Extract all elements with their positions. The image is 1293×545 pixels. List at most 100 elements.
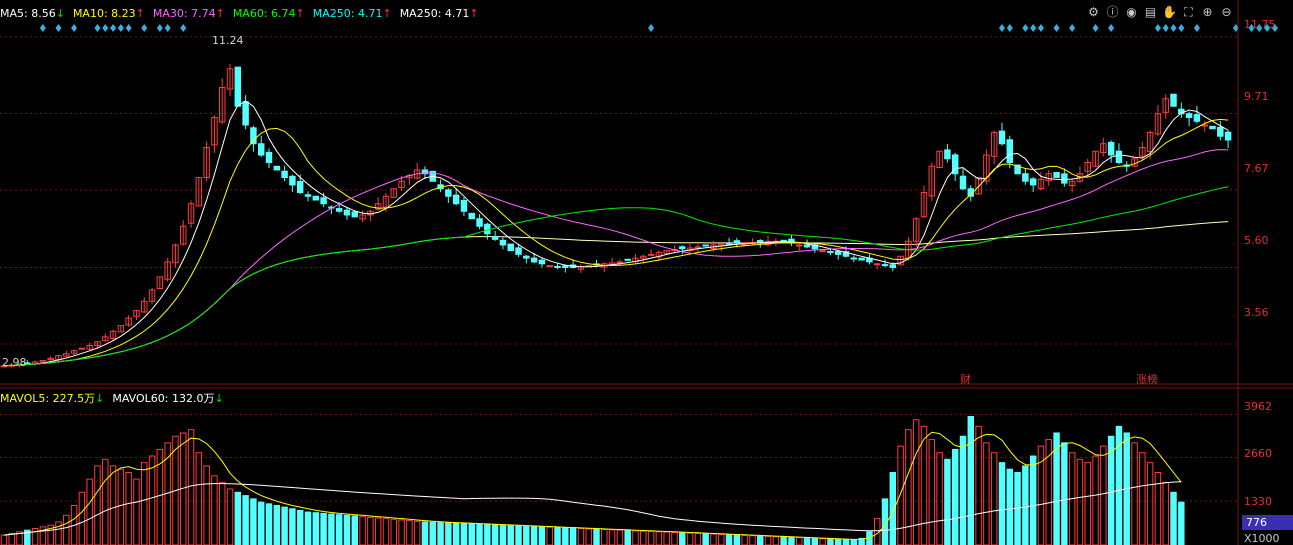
volume-bar-10	[78, 491, 86, 545]
volume-bar-87	[679, 532, 686, 545]
volume-bar-103	[803, 537, 811, 545]
volume-bar-117	[912, 419, 920, 545]
volume-bar-102	[796, 537, 803, 545]
volume-bar-1	[8, 532, 15, 545]
volume-bar-70	[546, 526, 553, 545]
candle-body-129	[1006, 139, 1014, 163]
ma10-line	[3, 118, 1229, 367]
current-volume-badge: 776	[1242, 515, 1293, 530]
volume-unit: X1000	[1244, 532, 1280, 545]
volume-bar-93	[725, 534, 733, 545]
candle-body-102	[796, 244, 803, 247]
info-icon[interactable]: ⓘ	[1105, 5, 1120, 20]
volume-bar-65	[507, 525, 514, 545]
candle-body-40	[312, 195, 320, 201]
signal-diamond-8	[141, 24, 148, 32]
candle-body-109	[850, 257, 858, 260]
candle-body-39	[304, 194, 312, 197]
candle-body-128	[998, 130, 1006, 145]
candle-body-38	[296, 180, 304, 194]
volume-bar-53	[413, 520, 421, 545]
candle-body-41	[320, 197, 327, 205]
signal-diamond-16	[1030, 24, 1037, 32]
signal-diamond-10	[164, 24, 171, 32]
settings-icon[interactable]: ⚙	[1086, 5, 1101, 20]
signal-diamond-24	[1170, 24, 1177, 32]
candle-body-62	[484, 223, 491, 235]
volume-bar-25	[195, 452, 203, 545]
candle-body-106	[827, 251, 834, 254]
fullscreen-icon[interactable]: ⛶	[1181, 5, 1196, 20]
volume-bar-83	[647, 530, 655, 545]
signal-diamond-25	[1178, 24, 1185, 32]
candle-body-112	[873, 263, 881, 266]
signal-diamond-21	[1108, 24, 1115, 32]
ma30-line	[3, 149, 1229, 367]
volume-bar-66	[515, 525, 522, 545]
zoom-in-icon[interactable]: ⊕	[1200, 5, 1215, 20]
candle-body-45	[351, 211, 359, 218]
limit-list-marker[interactable]: 涨榜	[1136, 371, 1158, 387]
signal-diamond-2	[71, 24, 78, 32]
signal-diamond-12	[648, 24, 655, 32]
volume-bar-119	[928, 439, 936, 545]
candle-body-64	[499, 239, 507, 246]
price-tick-3: 7.67	[1244, 162, 1269, 175]
volume-bar-44	[343, 514, 351, 545]
price-tick-4: 5.60	[1244, 234, 1269, 247]
signal-diamond-23	[1162, 24, 1169, 32]
price-legend: MA5: 8.56↓ MA10: 8.23↑ MA30: 7.74↑ MA60: 6.…	[0, 7, 487, 20]
volume-bar-13	[102, 458, 109, 545]
volume-bar-50	[390, 518, 398, 545]
earnings-marker[interactable]: 财	[960, 371, 971, 387]
volume-bar-106	[827, 538, 834, 545]
eye-icon[interactable]: ◉	[1124, 5, 1139, 20]
candle-body-79	[616, 261, 624, 264]
volume-bar-42	[328, 513, 335, 545]
volume-bar-92	[718, 533, 725, 545]
candle-body-155	[1209, 125, 1216, 130]
candle-body-90	[702, 244, 709, 247]
candle-body-30	[234, 66, 242, 107]
kline-chart[interactable]	[0, 0, 1293, 545]
volume-bar-30	[234, 491, 242, 545]
volume-bar-101	[788, 536, 795, 545]
signal-diamond-22	[1154, 24, 1161, 32]
candle-body-154	[1201, 124, 1208, 127]
volume-bar-138	[1076, 458, 1084, 545]
volume-bar-32	[250, 498, 257, 545]
volume-bar-77	[601, 529, 608, 545]
volume-bar-129	[1006, 468, 1014, 545]
volume-bar-100	[780, 536, 787, 545]
candle-body-114	[889, 264, 897, 268]
ma-legend-3: MA60: 6.74↑	[232, 7, 305, 20]
volume-bar-126	[983, 442, 990, 545]
candle-body-65	[507, 243, 514, 252]
volume-bar-34	[265, 503, 273, 545]
zoom-out-icon[interactable]: ⊖	[1219, 5, 1234, 20]
volume-bar-26	[203, 465, 210, 545]
volume-bar-97	[757, 535, 764, 545]
ma-legend-2: MA30: 7.74↑	[152, 7, 225, 20]
chart-toolbar: ⚙ ⓘ ◉ ▤ ✋ ⛶ ⊕ ⊖	[1086, 5, 1234, 20]
candle-body-97	[757, 239, 764, 243]
volume-bar-120	[936, 452, 943, 545]
candle-body-63	[491, 236, 499, 240]
volume-bar-11	[86, 478, 93, 545]
candle-body-123	[959, 175, 967, 190]
candle-body-142	[1107, 141, 1115, 156]
volume-bar-76	[593, 528, 600, 545]
volume-bar-46	[359, 516, 366, 545]
volume-bar-115	[897, 445, 904, 545]
volume-bar-16	[125, 472, 132, 545]
volume-bar-149	[1162, 481, 1169, 545]
ma-legend-0: MA5: 8.56↓	[0, 7, 65, 20]
volume-bar-29	[226, 488, 234, 545]
signal-diamond-17	[1037, 24, 1044, 32]
printer-icon[interactable]: ▤	[1143, 5, 1158, 20]
volume-bar-31	[242, 495, 249, 545]
candle-body-69	[538, 259, 546, 265]
hand-icon[interactable]: ✋	[1162, 5, 1177, 20]
high-price-label: 11.24	[212, 34, 244, 47]
volume-bar-127	[990, 452, 998, 545]
